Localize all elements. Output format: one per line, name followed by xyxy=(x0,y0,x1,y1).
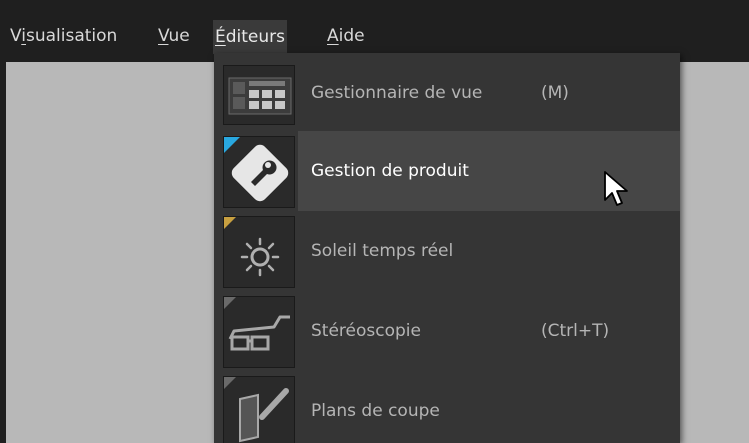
menu-visualisation-label-a: V xyxy=(10,26,22,46)
menu-editeurs[interactable]: Éditeurs xyxy=(213,20,288,54)
view-manager-icon xyxy=(223,65,295,125)
menu-item-stereoscopie[interactable]: Stéréoscopie (Ctrl+T) xyxy=(214,291,680,371)
menu-vue-label: ue xyxy=(168,26,190,46)
menu-item-label: Soleil temps réel xyxy=(311,241,454,261)
sun-icon xyxy=(223,216,295,288)
menu-aide-mnemonic: A xyxy=(327,26,339,46)
menu-item-label: Gestionnaire de vue xyxy=(311,83,483,103)
3d-glasses-icon xyxy=(223,296,295,368)
menu-item-label: Plans de coupe xyxy=(311,401,440,421)
menu-editeurs-mnemonic: É xyxy=(215,27,226,47)
menu-vue[interactable]: Vue xyxy=(158,22,190,50)
menu-item-plans-de-coupe[interactable]: Plans de coupe xyxy=(214,371,680,443)
menu-item-label: Stéréoscopie xyxy=(311,321,421,341)
mouse-pointer-icon xyxy=(603,170,631,212)
editeurs-dropdown-menu: Gestionnaire de vue (M) Gestion de produ… xyxy=(214,53,680,443)
clipping-plane-icon xyxy=(223,376,295,443)
menu-vue-mnemonic: V xyxy=(158,26,169,46)
menu-aide[interactable]: Aide xyxy=(327,22,365,50)
menu-visualisation-label-b: sualisation xyxy=(26,26,118,46)
menu-item-gestionnaire-de-vue[interactable]: Gestionnaire de vue (M) xyxy=(214,53,680,133)
wrench-icon xyxy=(223,136,295,208)
menu-item-soleil-temps-reel[interactable]: Soleil temps réel xyxy=(214,211,680,291)
menu-visualisation[interactable]: Visualisation xyxy=(10,22,117,50)
menu-item-shortcut: (M) xyxy=(541,83,569,103)
menu-editeurs-label: diteurs xyxy=(225,27,286,47)
menu-item-label: Gestion de produit xyxy=(311,161,469,181)
menu-item-shortcut: (Ctrl+T) xyxy=(541,321,610,341)
menu-aide-label: ide xyxy=(338,26,365,46)
